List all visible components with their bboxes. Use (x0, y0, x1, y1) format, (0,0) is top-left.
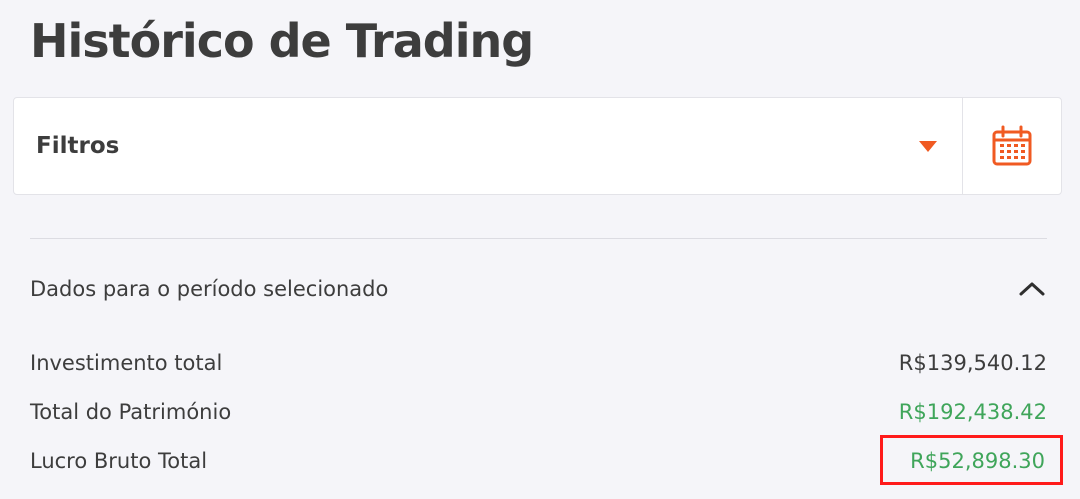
filters-dropdown[interactable]: Filtros (14, 98, 963, 194)
summary-section-toggle[interactable]: Dados para o período selecionado (30, 268, 1047, 310)
summary-row-label: Investimento total (30, 351, 223, 375)
summary-row-value: R$139,540.12 (898, 351, 1047, 375)
summary-row-value: R$192,438.42 (898, 400, 1047, 424)
calendar-icon (992, 125, 1032, 166)
summary-row-equity: Total do Património R$192,438.42 (30, 392, 1047, 432)
calendar-button[interactable] (963, 98, 1061, 194)
filter-bar: Filtros (13, 97, 1062, 195)
summary-row-label: Lucro Bruto Total (30, 449, 208, 473)
caret-down-icon (919, 140, 937, 152)
summary-section-title: Dados para o período selecionado (30, 277, 389, 301)
page-title: Histórico de Trading (30, 14, 534, 68)
chevron-up-icon (1019, 282, 1045, 296)
summary-row-investment: Investimento total R$139,540.12 (30, 343, 1047, 383)
section-divider (30, 238, 1047, 239)
summary-row-label: Total do Património (30, 400, 232, 424)
highlight-box (880, 435, 1063, 485)
filters-label: Filtros (36, 133, 120, 159)
trading-history-page: Histórico de Trading Filtros Dados para … (0, 0, 1080, 499)
